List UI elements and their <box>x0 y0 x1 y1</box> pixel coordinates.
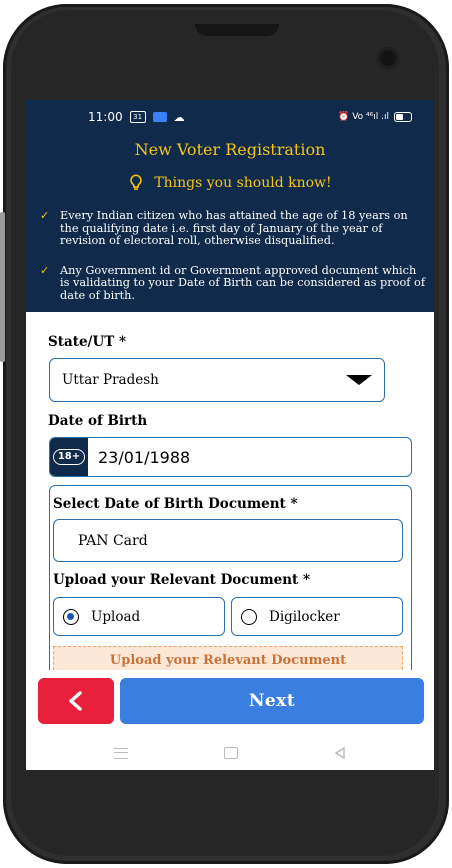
dob-value: 23/01/1988 <box>98 447 191 467</box>
android-nav-bar <box>26 736 434 770</box>
phone-side-button <box>0 212 5 362</box>
upload-option-label: Upload <box>91 608 141 625</box>
dropdown-caret-icon <box>346 375 372 385</box>
radio-selected-icon <box>63 608 79 625</box>
status-bar: 11:00 31 ☁ ⏰ Vo ⁴⁶ıl .ıl <box>26 100 434 134</box>
bottom-action-bar: Next <box>26 670 434 770</box>
phone-speaker <box>195 24 279 36</box>
app-screen: 11:00 31 ☁ ⏰ Vo ⁴⁶ıl .ıl New Voter Regis… <box>26 100 434 770</box>
state-value: Uttar Pradesh <box>62 372 159 388</box>
check-icon: ✓ <box>40 209 50 222</box>
check-icon: ✓ <box>40 263 50 277</box>
document-select[interactable]: PAN Card <box>53 519 403 562</box>
state-select[interactable]: Uttar Pradesh <box>49 358 385 402</box>
dob-label: Date of Birth <box>48 413 148 429</box>
doc-label: Select Date of Birth Document * <box>53 496 298 512</box>
battery-icon <box>394 112 412 122</box>
digilocker-option-label: Digilocker <box>269 608 340 625</box>
tip-text: Every Indian citizen who has attained th… <box>60 209 408 248</box>
back-button[interactable] <box>38 678 114 724</box>
tip-text: Any Government id or Government approved… <box>60 263 426 302</box>
things-to-know-heading: Things you should know! <box>26 174 434 192</box>
state-label: State/UT * <box>48 334 127 350</box>
chevron-left-icon <box>69 691 82 711</box>
home-icon[interactable] <box>224 747 238 759</box>
recent-apps-icon[interactable] <box>114 747 128 759</box>
things-to-know-label: Things you should know! <box>154 175 332 191</box>
document-value: PAN Card <box>78 532 148 549</box>
back-nav-icon[interactable] <box>334 747 346 759</box>
lightbulb-icon <box>130 174 143 190</box>
age-18-plus-icon: 18+ <box>50 438 88 476</box>
cloud-icon: ☁ <box>173 110 185 124</box>
tip-item: ✓ Every Indian citizen who has attained … <box>26 209 434 248</box>
signal-icons: ⏰ Vo ⁴⁶ıl .ıl <box>338 112 389 122</box>
info-header: New Voter Registration Things you should… <box>26 134 434 312</box>
camera-icon <box>377 47 399 69</box>
calendar-icon: 31 <box>129 111 146 123</box>
upload-label: Upload your Relevant Document * <box>53 572 311 588</box>
message-icon <box>152 112 167 122</box>
upload-option[interactable]: Upload <box>53 597 225 636</box>
tip-item: ✓ Any Government id or Government approv… <box>26 263 434 303</box>
next-button[interactable]: Next <box>120 678 424 724</box>
page-title: New Voter Registration <box>134 140 326 159</box>
status-time: 11:00 <box>88 110 123 124</box>
dob-field[interactable]: 18+ 23/01/1988 <box>49 437 412 477</box>
radio-unselected-icon <box>241 608 257 625</box>
digilocker-option[interactable]: Digilocker <box>231 597 403 636</box>
